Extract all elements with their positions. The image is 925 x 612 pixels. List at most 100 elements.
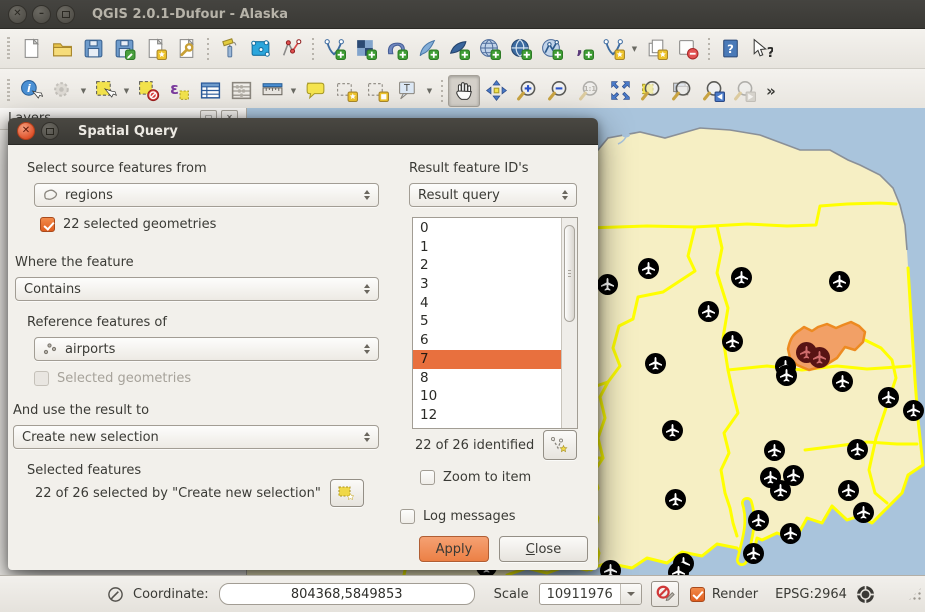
- add-wms-layer-button[interactable]: [474, 34, 504, 64]
- text-annotation-dropdown[interactable]: ▼: [424, 76, 435, 106]
- pan-map-button[interactable]: [448, 75, 480, 107]
- dialog-close-button[interactable]: ✕: [17, 122, 35, 140]
- result-list-item[interactable]: 1: [413, 238, 561, 257]
- result-list-item[interactable]: 2: [413, 256, 561, 275]
- airport-marker: [748, 510, 769, 531]
- select-by-expression-button[interactable]: ε: [164, 76, 194, 106]
- gps-tools-button[interactable]: [214, 34, 244, 64]
- result-list-scrollbar[interactable]: [561, 218, 577, 428]
- add-spatialite-layer-button[interactable]: [412, 34, 442, 64]
- zoom-in-icon: [516, 79, 539, 102]
- dialog-titlebar[interactable]: ✕ Spatial Query: [8, 118, 598, 145]
- result-list-item[interactable]: 6: [413, 331, 561, 350]
- show-bookmarks-button[interactable]: [362, 76, 392, 106]
- add-mssql-layer-button[interactable]: [443, 34, 473, 64]
- result-list-item[interactable]: 12: [413, 406, 561, 425]
- result-list-item[interactable]: 10: [413, 387, 561, 406]
- coordinate-input[interactable]: [219, 583, 475, 605]
- remove-layer-button[interactable]: [672, 34, 702, 64]
- map-tips-button[interactable]: [300, 76, 330, 106]
- help-button[interactable]: ?: [715, 34, 745, 64]
- oracle-georaster-button[interactable]: [245, 34, 275, 64]
- save-project-as-button[interactable]: [109, 34, 139, 64]
- zoom-to-layer-button[interactable]: [667, 76, 697, 106]
- whats-this-button[interactable]: ?: [746, 34, 776, 64]
- scale-combo[interactable]: 10911976: [539, 583, 642, 605]
- source-layer-combo[interactable]: regions: [34, 183, 379, 207]
- statistical-summary-button[interactable]: [226, 76, 256, 106]
- svg-text:?: ?: [727, 42, 734, 56]
- zoom-in-button[interactable]: [512, 76, 542, 106]
- result-list-item[interactable]: 5: [413, 312, 561, 331]
- stop-rendering-button[interactable]: [651, 581, 679, 607]
- composer-manager-button[interactable]: [171, 34, 201, 64]
- zoom-last-button[interactable]: [698, 76, 728, 106]
- add-vector-layer-button[interactable]: [319, 34, 349, 64]
- select-result-button[interactable]: [330, 479, 364, 507]
- add-wcs-layer-button[interactable]: [505, 34, 535, 64]
- result-action-combo[interactable]: Create new selection: [13, 425, 379, 449]
- identify-features-button[interactable]: i: [16, 76, 46, 106]
- open-project-button[interactable]: [47, 34, 77, 64]
- dialog-maximize-button[interactable]: [41, 122, 59, 140]
- window-maximize-button[interactable]: [56, 5, 75, 24]
- log-messages-checkbox[interactable]: [400, 509, 415, 524]
- save-project-button[interactable]: [78, 34, 108, 64]
- airport-marker: [600, 560, 621, 576]
- airplane-icon: [671, 565, 686, 576]
- toolbar-grip[interactable]: [4, 79, 12, 103]
- combo-spinner-icon: [559, 190, 571, 200]
- toolbar-attributes-navigation: i▼▼ε▼T▼1:1»: [0, 69, 925, 113]
- result-list-item[interactable]: 3: [413, 275, 561, 294]
- resize-grip[interactable]: [908, 587, 922, 601]
- scale-dropdown-icon[interactable]: [620, 584, 641, 604]
- new-shapefile-layer-dropdown[interactable]: ▼: [629, 34, 640, 64]
- airport-marker: [878, 387, 899, 408]
- result-list-item[interactable]: 7: [413, 350, 561, 369]
- new-spatialite-layer-button[interactable]: [641, 34, 671, 64]
- crs-status-icon[interactable]: [856, 585, 875, 604]
- open-attribute-table-button[interactable]: [195, 76, 225, 106]
- measure-line-button[interactable]: [257, 76, 287, 106]
- zoom-full-extent-button[interactable]: [605, 76, 635, 106]
- add-raster-layer-button[interactable]: [350, 34, 380, 64]
- zoom-to-item-checkbox[interactable]: [420, 470, 435, 485]
- new-project-button[interactable]: [16, 34, 46, 64]
- source-selected-checkbox[interactable]: [40, 217, 55, 232]
- select-identified-button[interactable]: [543, 430, 577, 460]
- add-postgis-layer-button[interactable]: [381, 34, 411, 64]
- airport-marker: [903, 400, 924, 421]
- add-delimited-text-layer-button[interactable]: ,: [567, 34, 597, 64]
- offset-curve-button[interactable]: [276, 34, 306, 64]
- airplane-icon: [881, 390, 896, 405]
- new-bookmark-button[interactable]: [331, 76, 361, 106]
- render-checkbox[interactable]: [690, 587, 705, 602]
- current-edits-icon[interactable]: [107, 586, 124, 603]
- result-list-item[interactable]: 8: [413, 369, 561, 388]
- result-id-list[interactable]: 0123456781012: [412, 217, 578, 429]
- window-close-button[interactable]: ✕: [8, 5, 27, 24]
- toolbar-overflow-button[interactable]: »: [760, 76, 782, 106]
- deselect-features-button[interactable]: [133, 76, 163, 106]
- result-list-item[interactable]: 4: [413, 294, 561, 313]
- new-print-composer-button[interactable]: [140, 34, 170, 64]
- result-list-item[interactable]: 0: [413, 219, 561, 238]
- select-features-button[interactable]: [90, 76, 120, 106]
- text-annotation-button[interactable]: T: [393, 76, 423, 106]
- scrollbar-thumb[interactable]: [564, 225, 575, 322]
- zoom-out-button[interactable]: [543, 76, 573, 106]
- pan-to-selection-button[interactable]: [481, 76, 511, 106]
- apply-button[interactable]: Apply: [419, 536, 489, 562]
- new-shapefile-layer-button[interactable]: [598, 34, 628, 64]
- result-view-combo[interactable]: Result query: [409, 183, 577, 207]
- reference-layer-combo[interactable]: airports: [34, 337, 379, 361]
- close-button[interactable]: Close: [499, 536, 588, 562]
- add-wfs-layer-button[interactable]: [536, 34, 566, 64]
- run-feature-action-dropdown[interactable]: ▼: [78, 76, 89, 106]
- select-features-dropdown[interactable]: ▼: [121, 76, 132, 106]
- zoom-to-selection-button[interactable]: [636, 76, 666, 106]
- measure-line-dropdown[interactable]: ▼: [288, 76, 299, 106]
- predicate-combo[interactable]: Contains: [15, 277, 379, 301]
- window-minimize-button[interactable]: –: [32, 5, 51, 24]
- toolbar-grip[interactable]: [4, 37, 12, 61]
